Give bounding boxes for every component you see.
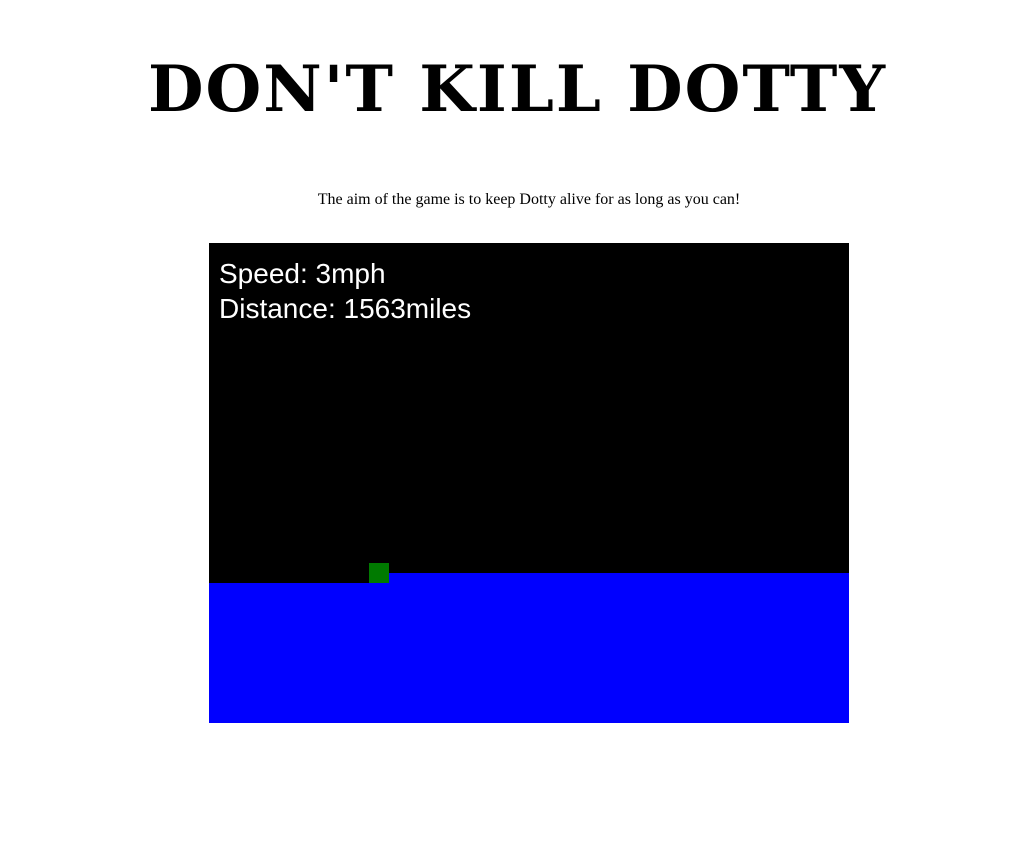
- game-canvas[interactable]: Speed: 3mph Distance: 1563miles: [209, 243, 849, 723]
- distance-value: 1563miles: [343, 293, 472, 324]
- hud-distance: Distance: 1563miles: [219, 295, 471, 323]
- game-instructions: The aim of the game is to keep Dotty ali…: [317, 191, 741, 208]
- speed-value: 3mph: [315, 258, 386, 289]
- speed-label: Speed:: [219, 258, 316, 289]
- ground-segment-low: [209, 583, 389, 723]
- page: DON'T KILL DOTTY The aim of the game is …: [0, 0, 1035, 855]
- ground-segment-high: [389, 573, 849, 723]
- dotty-player: [369, 563, 389, 583]
- hud-speed: Speed: 3mph: [219, 260, 386, 288]
- distance-label: Distance:: [219, 293, 344, 324]
- game-title: DON'T KILL DOTTY: [148, 52, 887, 127]
